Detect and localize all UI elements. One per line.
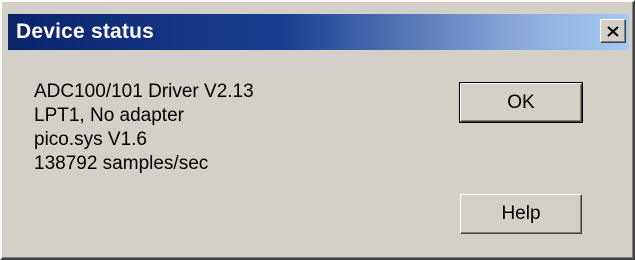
close-button[interactable]	[600, 19, 626, 43]
help-button[interactable]: Help	[460, 194, 582, 234]
ok-button-label: OK	[507, 91, 535, 113]
title-bar[interactable]: Device status	[8, 14, 629, 50]
help-button-label: Help	[501, 203, 541, 224]
driver-version-text: ADC100/101 Driver V2.13	[34, 81, 254, 102]
window-title: Device status	[16, 20, 155, 43]
close-icon	[607, 25, 619, 37]
ok-button[interactable]: OK	[459, 82, 583, 123]
port-status-text: LPT1, No adapter	[34, 105, 184, 126]
pico-sys-version-text: pico.sys V1.6	[34, 129, 147, 150]
device-status-dialog: Device status ADC100/101 Driver V2.13 LP…	[0, 0, 635, 260]
sample-rate-text: 138792 samples/sec	[34, 153, 209, 174]
device-info: ADC100/101 Driver V2.13 LPT1, No adapter…	[34, 80, 254, 176]
